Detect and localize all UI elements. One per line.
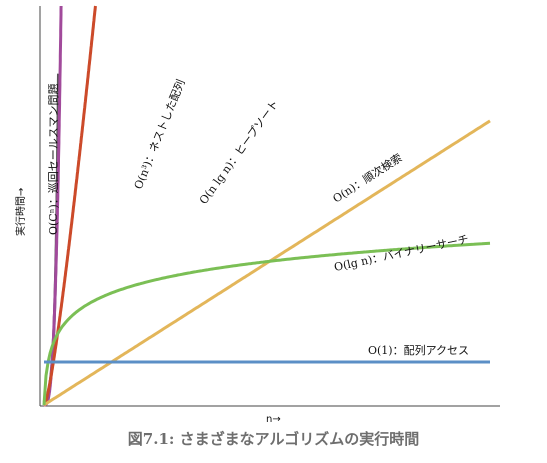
- series-label-2: O(n³)：ネストした配列: [131, 77, 188, 191]
- x-axis-label: n→: [266, 414, 281, 425]
- y-axis-label: 実行時間→: [14, 188, 27, 236]
- series-label-6: O(1)：配列アクセス: [368, 343, 469, 357]
- chart-area: O(Cⁿ)：巡回セールスマン問題 O(n³)：ネストした配列 O(n lg n)：ヒ…: [14, 5, 500, 425]
- series-label-3: O(n lg n)：ヒープソート: [197, 97, 281, 206]
- series-label-1: O(Cⁿ)：巡回セールスマン問題: [47, 84, 60, 235]
- figure-caption: 図7.1: さまざまなアルゴリズムの実行時間: [127, 430, 420, 448]
- series-label-4: O(n)：順次検索: [330, 150, 404, 205]
- series-line-5: [42, 241, 491, 406]
